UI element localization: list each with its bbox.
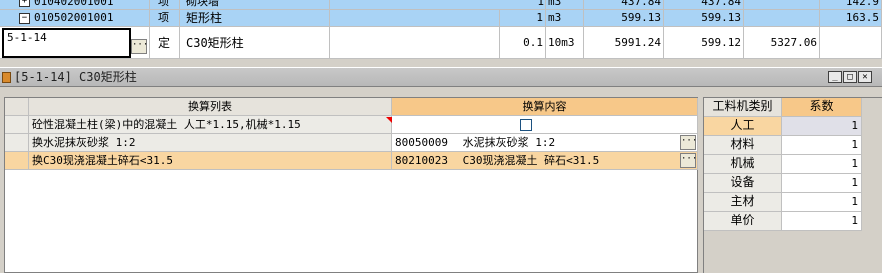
collapse-icon[interactable]: − [19, 13, 30, 24]
name-cell: C30矩形柱 [180, 27, 330, 58]
code-cell: 5-1-14 ··· [0, 27, 150, 58]
category-cell: 主材 [704, 193, 782, 212]
unit-cell: m3 [546, 10, 584, 26]
type-cell: 项 [150, 0, 180, 9]
table-row[interactable]: 5-1-14 ··· 定 C30矩形柱 0.1 10m3 5991.24 599… [0, 27, 882, 59]
ellipsis-button[interactable]: ··· [131, 39, 148, 54]
row-marker [5, 134, 29, 152]
conv-label: 砼性混凝土柱(梁)中的混凝土 人工*1.15,机械*1.15 [29, 116, 392, 134]
price2-cell: 599.13 [664, 10, 744, 26]
panel-icon [2, 72, 11, 83]
expand-icon[interactable]: + [19, 0, 30, 7]
unit-cell: 10m3 [546, 27, 584, 58]
conv-content: C30现浇混凝土 碎石<31.5 [462, 154, 600, 167]
unit-cell: m3 [546, 0, 584, 9]
conv-label: 换C30现浇混凝土碎石<31.5 [29, 152, 392, 170]
conv-checkbox[interactable] [520, 119, 532, 131]
code-text: 010502001001 [34, 11, 114, 24]
row-marker [5, 152, 29, 170]
type-cell: 项 [150, 10, 180, 26]
conv-content-cell[interactable]: 80210023 C30现浇混凝土 碎石<31.5 ··· [392, 152, 698, 170]
tail-cell: 163.5 [820, 10, 882, 26]
conv-code: 80210023 [395, 154, 448, 167]
panel-title: [5-1-14] C30矩形柱 [14, 70, 137, 84]
conv-label: 换水泥抹灰砂浆 1:2 [29, 134, 392, 152]
qty-cell: 0.1 [500, 27, 546, 58]
header-conv-content: 换算内容 [392, 98, 698, 116]
panel-titlebar: [5-1-14] C30矩形柱 _ □ ✕ [0, 67, 882, 87]
conv-content: 水泥抹灰砂浆 1:2 [462, 136, 556, 149]
category-cell: 机械 [704, 155, 782, 174]
conv-content-cell[interactable]: 80050009 水泥抹灰砂浆 1:2 ··· [392, 134, 698, 152]
price2-cell: 437.84 [664, 0, 744, 9]
blank-cell [330, 27, 500, 58]
maximize-icon[interactable]: □ [843, 71, 857, 83]
factor-cell[interactable]: 1 [782, 174, 862, 193]
factor-cell[interactable]: 1 [782, 136, 862, 155]
conv-content-cell [392, 116, 698, 134]
table-row[interactable]: + 010402001001 项 砌块墙 1 m3 437.84 437.84 … [0, 0, 882, 10]
close-icon[interactable]: ✕ [858, 71, 872, 83]
qty-cell: 1 [500, 10, 546, 26]
blank-cell [330, 10, 500, 26]
price3-cell [744, 10, 820, 26]
price2-cell: 599.12 [664, 27, 744, 58]
table-row[interactable]: − 010502001001 项 矩形柱 1 m3 599.13 599.13 … [0, 10, 882, 27]
price3-cell [744, 0, 820, 9]
corner-cell [5, 98, 29, 116]
category-cell: 人工 [704, 117, 782, 136]
ellipsis-button[interactable]: ··· [680, 135, 697, 150]
price1-cell: 5991.24 [584, 27, 664, 58]
factor-cell[interactable]: 1 [782, 117, 862, 136]
minimize-icon[interactable]: _ [828, 71, 842, 83]
price3-cell: 5327.06 [744, 27, 820, 58]
factor-table: 工料机类别 系数 人工 1 材料 1 机械 1 设备 1 主材 1 单价 1 [703, 97, 882, 273]
row-marker [5, 116, 29, 134]
tail-cell [820, 27, 882, 58]
conv-code: 80050009 [395, 136, 448, 149]
category-cell: 单价 [704, 212, 782, 231]
tail-cell: 142.9 [820, 0, 882, 9]
name-cell: 矩形柱 [180, 10, 330, 26]
header-conv-list: 换算列表 [29, 98, 392, 116]
qty-cell: 1 [537, 0, 544, 8]
factor-cell[interactable]: 1 [782, 193, 862, 212]
splitter[interactable] [0, 59, 882, 67]
header-category: 工料机类别 [704, 98, 782, 117]
name-cell: 砌块墙 [180, 0, 330, 9]
category-cell: 材料 [704, 136, 782, 155]
category-cell: 设备 [704, 174, 782, 193]
code-edit-input[interactable]: 5-1-14 [2, 28, 131, 58]
type-cell: 定 [150, 27, 180, 58]
price1-cell: 599.13 [584, 10, 664, 26]
factor-cell[interactable]: 1 [782, 212, 862, 231]
code-cell: − 010502001001 [0, 10, 150, 26]
price1-cell: 437.84 [584, 0, 664, 9]
code-cell: + 010402001001 [0, 0, 150, 9]
code-text: 010402001001 [34, 0, 114, 8]
ellipsis-button[interactable]: ··· [680, 153, 697, 168]
header-factor: 系数 [782, 98, 862, 117]
conversion-table: 换算列表 换算内容 砼性混凝土柱(梁)中的混凝土 人工*1.15,机械*1.15… [4, 97, 698, 273]
factor-cell[interactable]: 1 [782, 155, 862, 174]
